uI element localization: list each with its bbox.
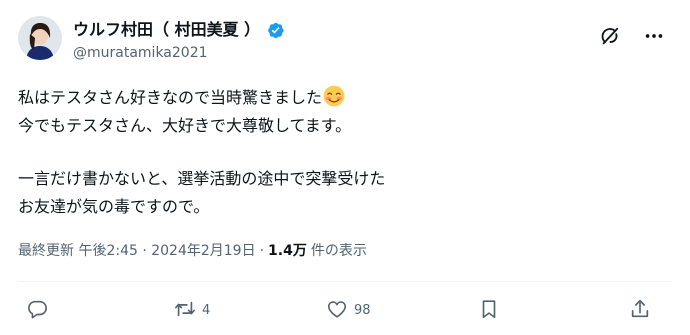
reply-icon [26,298,48,324]
share-button[interactable] [629,297,657,325]
tweet-card: ウルフ村田（ 村田美夏 ） @muratamika2021 私はテスタさん好きな… [0,0,690,335]
views-label: 件の表示 [310,243,367,259]
tweet-line-2: 今でもテスタさん、大好きで大尊敬してます。 [18,116,352,135]
verified-badge-icon [266,21,285,40]
display-name[interactable]: ウルフ村田（ 村田美夏 ） [73,19,260,41]
heart-icon [326,298,348,324]
author-info: ウルフ村田（ 村田美夏 ） @muratamika2021 [73,18,285,63]
display-name-row: ウルフ村田（ 村田美夏 ） [73,18,285,42]
smiling-face-emoji-icon [323,85,345,107]
top-actions [580,22,668,50]
share-icon [629,298,651,324]
timestamp[interactable]: 最終更新 午後2:45 · 2024年2月19日 [18,240,256,262]
tweet-line-1: 私はテスタさん好きなので当時驚きました [18,84,658,112]
tweet-line-3: 一言だけ書かないと、選挙活動の途中で突撃受けた [18,169,386,188]
tweet-line-4: お友達が気の毒ですので。 [18,197,210,216]
bookmark-button[interactable] [478,297,506,325]
bookmark-icon [478,298,500,324]
action-bar: 4 98 [0,297,690,325]
tweet-header: ウルフ村田（ 村田美夏 ） @muratamika2021 [18,14,672,68]
more-icon[interactable] [640,22,668,50]
retweet-button[interactable]: 4 [174,297,210,325]
reply-button[interactable] [26,297,54,325]
avatar[interactable] [18,16,62,60]
retweet-icon [174,298,196,324]
views-count: 1.4万 [268,243,307,259]
tweet-text: 私はテスタさん好きなので当時驚きました 今でもテスタさん、大好きで大尊敬してます… [18,84,658,221]
divider [18,281,672,282]
handle[interactable]: @muratamika2021 [73,43,285,63]
tweet-meta: 最終更新 午後2:45 · 2024年2月19日 · 1.4万 件の表示 [18,240,367,262]
grok-icon[interactable] [596,22,624,50]
like-button[interactable]: 98 [326,297,371,325]
retweet-count: 4 [202,303,211,318]
like-count: 98 [354,303,371,318]
meta-separator: · [259,243,265,259]
